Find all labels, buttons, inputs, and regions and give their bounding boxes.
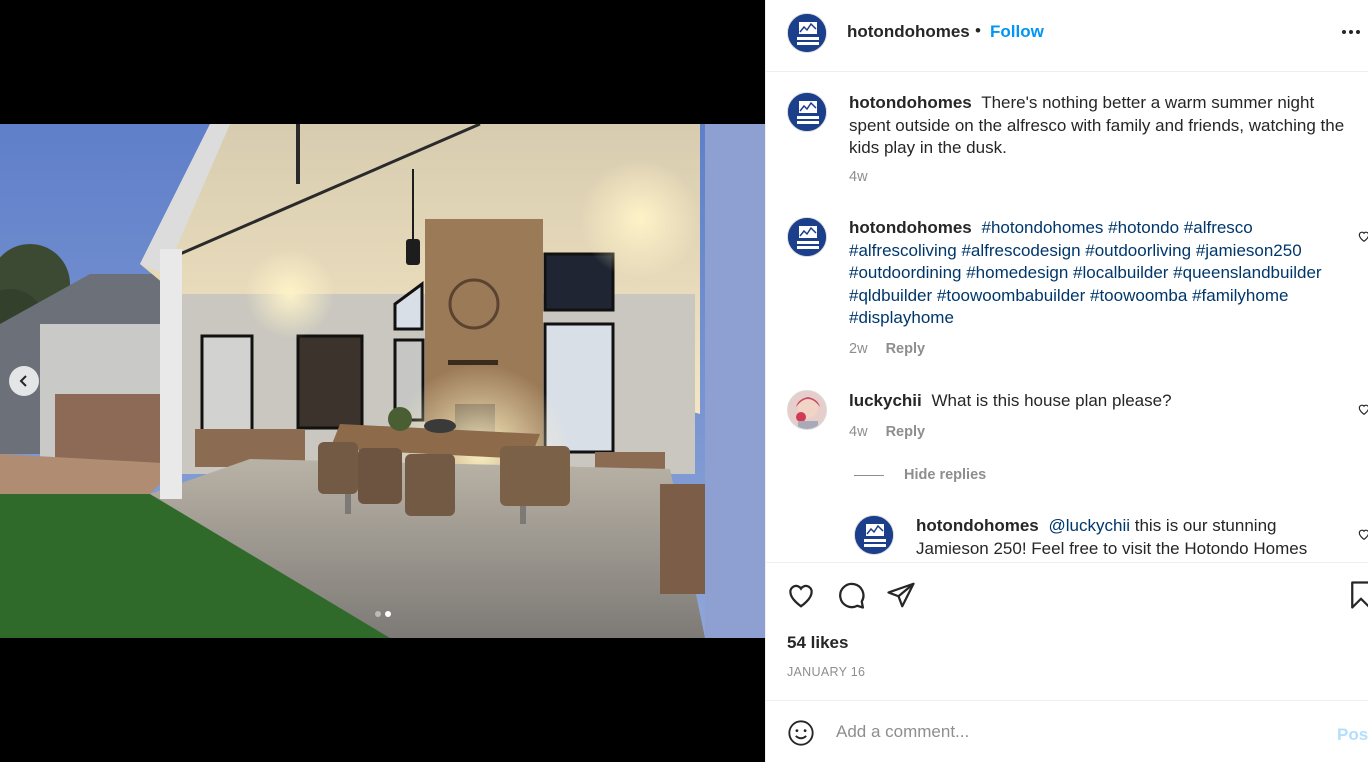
author-username[interactable]: hotondohomes [847,22,970,42]
hotondo-logo-icon [788,218,826,256]
hide-replies-line [854,474,884,476]
user-avatar-image [788,391,826,429]
comment-avatar[interactable] [787,390,827,430]
comment-time[interactable]: 4w [849,424,868,440]
bookmark-icon[interactable] [1346,580,1368,610]
comment-mention[interactable]: @luckychii [1049,516,1131,535]
comment-body: hotondohomes @luckychii this is our stun… [916,515,1346,560]
hide-replies-label: Hide replies [904,467,987,483]
comment-meta: 2w Reply [849,341,925,357]
more-options-icon[interactable] [1342,30,1360,34]
comment-input[interactable] [836,717,1326,747]
hotondo-logo-icon [788,14,826,52]
comment-body: hotondohomes There's nothing better a wa… [849,92,1349,160]
comment-time[interactable]: 4w [849,169,868,185]
heart-icon[interactable] [1357,527,1368,541]
comment-avatar[interactable] [787,92,827,132]
hotondo-logo-icon [855,516,893,554]
comment-body: hotondohomes #hotondohomes #hotondo #alf… [849,217,1339,330]
comment-avatar[interactable] [854,515,894,555]
comment-meta: 4w [849,169,868,185]
post-header: hotondohomes • Follow [766,0,1368,72]
emoji-icon[interactable] [787,719,815,747]
heart-icon[interactable] [1357,229,1368,243]
hide-replies-button[interactable]: Hide replies [854,467,986,483]
post-panel: hotondohomes • Follow hotondohomes There… [765,0,1368,762]
carousel-prev-button[interactable] [9,366,39,396]
reply-button[interactable]: Reply [886,341,926,357]
comment-username[interactable]: hotondohomes [916,516,1039,535]
comment-username[interactable]: hotondohomes [849,218,972,237]
chevron-left-icon [19,375,27,387]
post-comment-button[interactable]: Post [1337,725,1368,745]
heart-icon[interactable] [1357,402,1368,416]
carousel-indicator [0,611,765,617]
add-comment-bar: Post [766,700,1368,762]
comment-text: What is this house plan please? [931,391,1172,410]
follow-button[interactable]: Follow [990,22,1044,42]
comment-username[interactable]: hotondohomes [849,93,972,112]
comment-body: luckychii What is this house plan please… [849,390,1349,413]
carousel-dot [374,611,381,617]
reply-button[interactable]: Reply [886,424,926,440]
comment-time[interactable]: 2w [849,341,868,357]
hotondo-logo-icon [788,93,826,131]
comments-list[interactable]: hotondohomes There's nothing better a wa… [766,72,1368,562]
comment-icon[interactable] [836,580,866,610]
comment-meta: 4w Reply [849,424,925,440]
author-avatar[interactable] [787,13,827,53]
post-date[interactable]: JANUARY 16 [787,665,865,679]
comment-avatar[interactable] [787,217,827,257]
post-actions: 54 likes JANUARY 16 [766,562,1368,700]
likes-count[interactable]: 54 likes [787,633,848,653]
alfresco-house-photo [0,124,765,638]
post-photo[interactable] [0,124,765,638]
share-icon[interactable] [886,580,916,610]
heart-icon[interactable] [786,580,816,610]
separator-dot: • [975,21,981,40]
comment-username[interactable]: luckychii [849,391,922,410]
carousel-dot-active [384,611,391,617]
post-media [0,0,765,762]
